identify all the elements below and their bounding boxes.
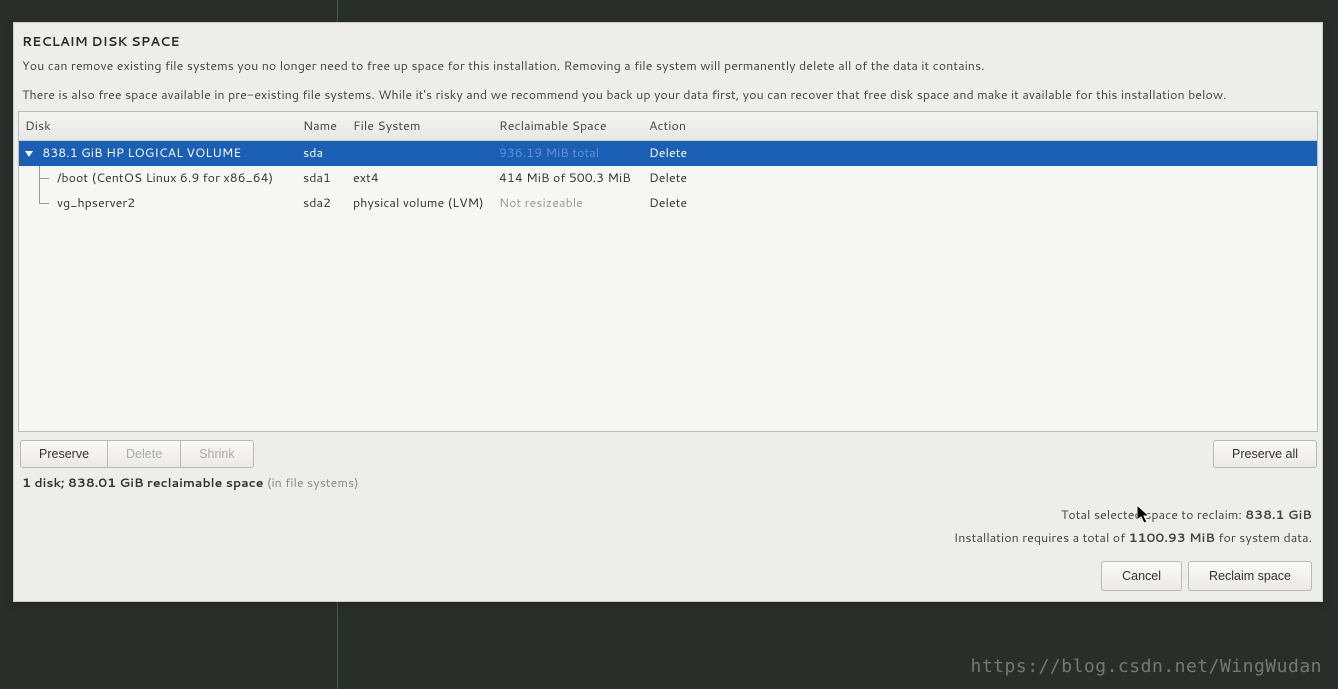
summary-bold: 1 disk; 838.01 GiB reclaimable space <box>22 474 264 492</box>
reclaim-space-button[interactable]: Reclaim space <box>1188 561 1312 591</box>
col-header-disk[interactable]: Disk <box>19 112 297 140</box>
disk-label: 838.1 GiB HP LOGICAL VOLUME <box>42 144 241 162</box>
footer-button-row: Cancel Reclaim space <box>14 553 1322 601</box>
cell-disk: /boot (CentOS Linux 6.9 for x86_64) <box>19 166 297 191</box>
cell-name: sda2 <box>297 189 347 217</box>
delete-button: Delete <box>107 440 181 468</box>
summary-line: 1 disk; 838.01 GiB reclaimable space (in… <box>14 472 1322 500</box>
cell-disk: 838.1 GiB HP LOGICAL VOLUME <box>19 139 297 167</box>
col-header-action[interactable]: Action <box>643 112 1317 140</box>
shrink-button: Shrink <box>180 440 253 468</box>
table-body: 838.1 GiB HP LOGICAL VOLUME sda 936.19 M… <box>19 141 1317 432</box>
partition-label: vg_hpserver2 <box>47 194 135 212</box>
action-button-row: Preserve Delete Shrink Preserve all <box>14 432 1322 472</box>
cell-reclaimable: Not resizeable <box>493 189 643 217</box>
preserve-all-button[interactable]: Preserve all <box>1213 440 1317 468</box>
cell-filesystem: ext4 <box>347 164 493 192</box>
cell-reclaimable: 414 MiB of 500.3 MiB <box>493 164 643 192</box>
table-row[interactable]: /boot (CentOS Linux 6.9 for x86_64) sda1… <box>19 166 1317 191</box>
table-row[interactable]: 838.1 GiB HP LOGICAL VOLUME sda 936.19 M… <box>19 141 1317 166</box>
dialog-title: RECLAIM DISK SPACE <box>22 33 1314 51</box>
cancel-button[interactable]: Cancel <box>1101 561 1182 591</box>
cell-action: Delete <box>643 189 1317 217</box>
cell-action: Delete <box>643 139 1317 167</box>
cell-name: sda <box>297 139 347 167</box>
cell-filesystem: physical volume (LVM) <box>347 189 493 217</box>
tree-expand-icon[interactable] <box>25 151 33 157</box>
tree-branch-icon <box>33 191 47 216</box>
disk-table: Disk Name File System Reclaimable Space … <box>18 111 1318 433</box>
install-requires-line: Installation requires a total of 1100.93… <box>24 527 1312 550</box>
cell-disk: vg_hpserver2 <box>19 191 297 216</box>
dialog-description-2: There is also free space available in pr… <box>22 86 1314 105</box>
preserve-button[interactable]: Preserve <box>20 440 108 468</box>
col-header-filesystem[interactable]: File System <box>347 112 493 140</box>
dialog-description-1: You can remove existing file systems you… <box>22 57 1314 76</box>
cell-reclaimable: 936.19 MiB total <box>493 139 643 167</box>
footer-info: Total selected space to reclaim: 838.1 G… <box>14 500 1322 553</box>
reclaim-disk-dialog: RECLAIM DISK SPACE You can remove existi… <box>13 22 1323 602</box>
col-header-reclaimable[interactable]: Reclaimable Space <box>493 112 643 140</box>
cell-filesystem <box>347 148 493 158</box>
table-row[interactable]: vg_hpserver2 sda2 physical volume (LVM) … <box>19 191 1317 216</box>
total-selected-line: Total selected space to reclaim: 838.1 G… <box>24 504 1312 527</box>
col-header-name[interactable]: Name <box>297 112 347 140</box>
summary-suffix: (in file systems) <box>264 474 359 492</box>
dialog-header: RECLAIM DISK SPACE You can remove existi… <box>14 23 1322 111</box>
cell-name: sda1 <box>297 164 347 192</box>
table-header-row: Disk Name File System Reclaimable Space … <box>19 112 1317 141</box>
watermark-text: https://blog.csdn.net/WingWudan <box>971 656 1322 677</box>
tree-branch-icon <box>33 166 47 191</box>
cell-action: Delete <box>643 164 1317 192</box>
partition-label: /boot (CentOS Linux 6.9 for x86_64) <box>47 169 273 187</box>
